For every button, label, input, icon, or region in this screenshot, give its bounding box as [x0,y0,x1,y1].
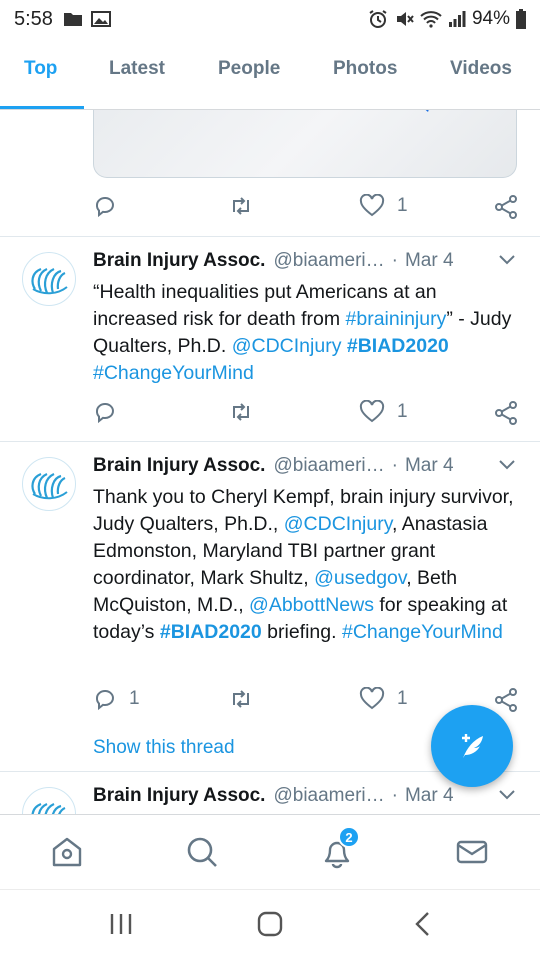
recent-apps-icon[interactable] [108,910,134,938]
retweet-icon [233,403,249,421]
notifications-badge: 2 [338,826,360,848]
signal-icon [448,11,466,27]
retweet-icon [233,690,249,708]
mention-link[interactable]: @usedgov [314,567,406,589]
tab-latest[interactable]: Latest [109,58,165,80]
avatar[interactable] [22,787,76,814]
tweet-text: “Health inequalities put Americans at an… [93,279,523,387]
author-handle[interactable]: @biaameri… [273,455,384,477]
tab-videos[interactable]: Videos [450,58,512,80]
reply-icon [95,403,114,424]
chevron-down-icon[interactable] [498,459,516,471]
search-icon[interactable] [185,835,219,869]
like-button[interactable]: 1 [359,194,408,218]
tab-people[interactable]: People [218,58,280,80]
wifi-icon [420,11,442,28]
status-time: 5:58 [14,7,53,30]
hashtag-link[interactable]: #BIAD2020 [347,335,449,357]
chevron-down-icon[interactable] [498,254,516,266]
share-button[interactable] [493,687,519,713]
retweet-button[interactable] [228,194,254,218]
system-nav-bar [0,889,540,960]
like-count: 1 [397,195,408,216]
like-count: 1 [397,401,408,422]
separator: · [391,250,398,271]
author-name[interactable]: Brain Injury Assoc. [93,785,265,807]
reply-icon [95,690,114,711]
tweet-actions: 1 [93,194,523,224]
author-handle[interactable]: @biaameri… [273,250,384,272]
compose-tweet-button[interactable] [431,705,513,787]
tweet-text: Thank you to Cheryl Kempf, brain injury … [93,484,523,646]
status-bar: 5:58 94% [0,0,540,38]
like-count: 1 [397,688,408,709]
mention-link[interactable]: @CDCInjury [232,335,342,357]
like-button[interactable]: 1 [359,687,408,711]
bia-logo-icon [31,267,68,295]
retweet-icon [233,197,249,215]
author-name[interactable]: Brain Injury Assoc. [93,455,265,477]
share-button[interactable] [493,194,519,220]
author-handle[interactable]: @biaameri… [273,785,384,807]
author-name[interactable]: Brain Injury Assoc. [93,250,265,272]
bia-logo-icon [31,472,68,500]
text-segment: briefing. [261,621,342,643]
alarm-icon [369,10,387,28]
bia-logo-icon [31,802,66,814]
tweet-date[interactable]: Mar 4 [405,455,454,477]
reply-button[interactable]: 1 [93,687,140,711]
bottom-nav [0,814,540,889]
hashtag-link[interactable]: #ChangeYourMind [342,621,503,643]
like-button[interactable]: 1 [359,400,408,424]
chevron-down-icon[interactable] [498,789,516,801]
share-icon [495,401,517,425]
reply-button[interactable] [93,400,117,424]
share-icon [495,688,517,712]
image-icon [90,11,111,27]
mention-link[interactable]: @AbbottNews [249,594,374,616]
tab-photos[interactable]: Photos [333,58,397,80]
battery-icon [516,9,526,29]
tweet-media-image[interactable] [93,110,517,178]
messages-envelope-icon[interactable] [455,835,489,869]
show-thread-link[interactable]: Show this thread [93,737,235,759]
reply-icon [95,197,114,218]
tweet-date[interactable]: Mar 4 [405,785,454,807]
share-button[interactable] [493,400,519,426]
share-icon [495,195,517,219]
active-tab-indicator [0,106,84,109]
back-icon[interactable] [412,910,434,938]
tweet-actions: 1 [93,400,523,430]
tweet-date[interactable]: Mar 4 [405,250,454,272]
mention-link[interactable]: @CDCInjury [284,513,392,535]
hashtag-link[interactable]: #braininjury [346,308,447,330]
avatar[interactable] [22,252,76,306]
hashtag-link[interactable]: #ChangeYourMind [93,362,254,384]
battery-percent: 94% [471,8,510,29]
home-button-icon[interactable] [256,910,284,938]
reply-button[interactable] [93,194,117,218]
avatar[interactable] [22,457,76,511]
retweet-button[interactable] [228,400,254,424]
hashtag-link[interactable]: #BIAD2020 [160,621,262,643]
separator: · [391,785,398,806]
retweet-button[interactable] [228,687,254,711]
heart-icon [359,400,385,423]
compose-feather-icon [462,734,483,758]
heart-icon [359,194,385,217]
folder-icon [63,13,82,26]
search-tabs: Top Latest People Photos Videos [0,38,540,110]
mute-icon [396,12,414,26]
heart-icon [359,687,385,710]
home-icon[interactable] [50,835,84,869]
reply-count: 1 [129,688,140,709]
separator: · [391,455,398,476]
tab-top[interactable]: Top [24,58,57,80]
